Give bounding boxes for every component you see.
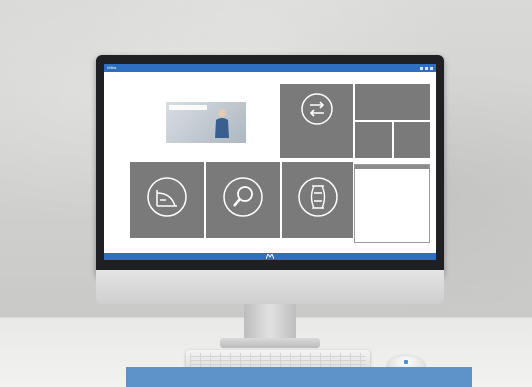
window-controls: [420, 66, 433, 70]
close-icon[interactable]: [430, 66, 433, 70]
bottom-banner: [126, 367, 472, 387]
monitor-stand: [244, 304, 296, 342]
tile-exchange[interactable]: [280, 84, 353, 158]
taskbar: [104, 253, 436, 260]
measure-icon: [147, 177, 187, 217]
news-panel-header: [355, 165, 429, 169]
news-panel[interactable]: [354, 164, 430, 243]
mouse-wheel: [404, 360, 408, 364]
tile-component[interactable]: [282, 162, 353, 238]
minimize-icon[interactable]: [420, 66, 423, 70]
video-thumbnail[interactable]: [166, 102, 246, 143]
tile-blank-2[interactable]: [355, 122, 392, 158]
video-title-strip: [169, 105, 207, 110]
monitor-stand-base: [220, 338, 320, 348]
exchange-icon: [301, 93, 333, 125]
title-bar: Wiba: [104, 64, 436, 72]
tile-search[interactable]: [206, 162, 280, 238]
person-image: [215, 109, 229, 138]
app-screen: Wiba: [104, 64, 436, 260]
tile-blank-1[interactable]: [355, 84, 430, 120]
component-icon: [298, 177, 338, 217]
maximize-icon[interactable]: [425, 66, 428, 70]
tile-blank-3[interactable]: [394, 122, 430, 158]
logo-icon: [266, 254, 274, 259]
search-icon: [223, 177, 263, 217]
app-title: Wiba: [107, 65, 117, 70]
tile-measure[interactable]: [130, 162, 204, 238]
monitor-chin: [96, 270, 444, 304]
